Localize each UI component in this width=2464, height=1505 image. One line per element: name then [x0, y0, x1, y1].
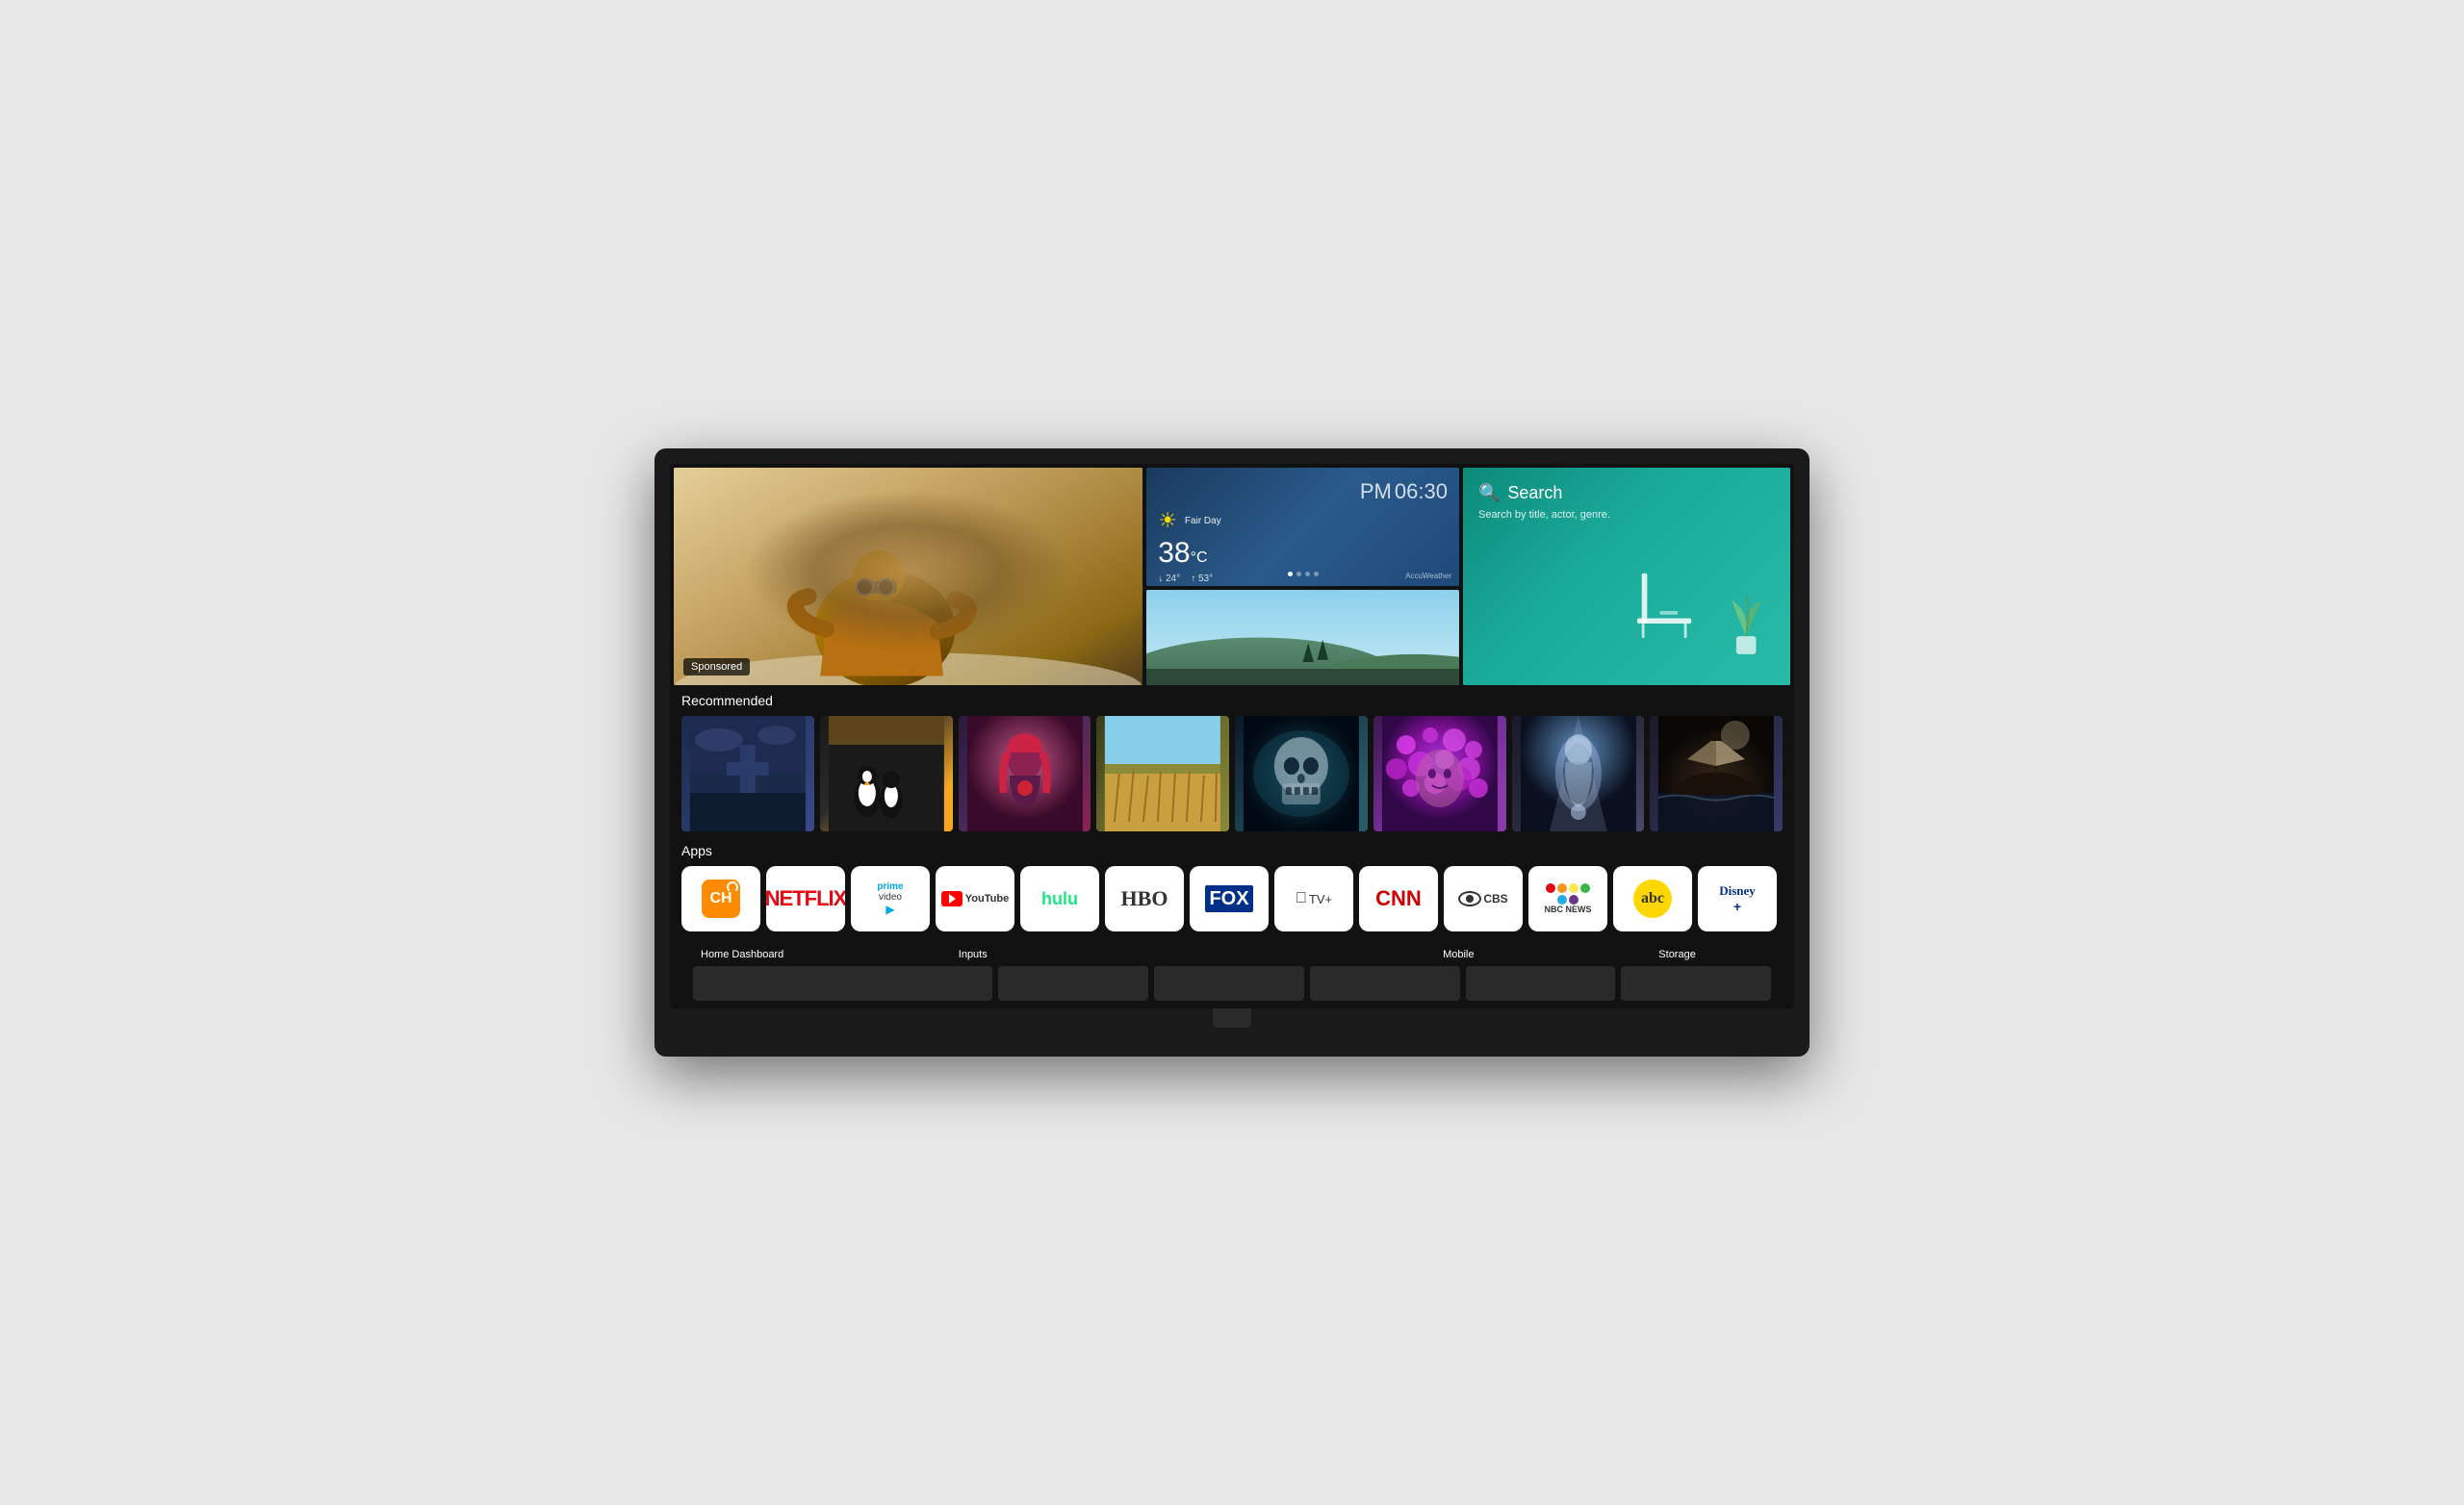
search-title-row: 🔍 Search: [1478, 483, 1775, 503]
weather-dot-3: [1305, 572, 1310, 576]
sponsored-badge: Sponsored: [683, 658, 750, 676]
nbcnews-logo: NBC NEWS: [1545, 883, 1592, 914]
weather-icon-row: ☀ Fair Day: [1158, 508, 1448, 533]
yt-triangle: [949, 894, 956, 904]
rec-thumb-6[interactable]: [1373, 716, 1506, 831]
yt-play-button: [941, 891, 962, 906]
bottom-nav-labels: Home Dashboard Inputs Mobile Storage: [693, 947, 1771, 962]
recommended-section: Recommended: [681, 693, 1783, 831]
netflix-logo: NETFLIX: [766, 886, 845, 911]
weather-dot-2: [1296, 572, 1301, 576]
apps-title: Apps: [681, 843, 1783, 858]
search-heading: Search: [1507, 483, 1562, 503]
nav-label-storage: Storage: [1583, 947, 1771, 962]
cbs-eye-icon: [1458, 891, 1481, 906]
fox-logo: FOX: [1205, 885, 1253, 912]
nav-tile-inputs[interactable]: [998, 966, 1148, 1001]
tv-stand: [1213, 1008, 1251, 1028]
bottom-nav-tiles: [693, 966, 1771, 1001]
hero-section: Sponsored PM 06:30 ☀ Fair Day 38°C: [670, 464, 1794, 685]
content-area: Recommended: [670, 685, 1794, 1008]
rec-thumb-1[interactable]: [681, 716, 814, 831]
app-tile-hulu[interactable]: hulu: [1020, 866, 1099, 931]
recommended-row[interactable]: [681, 716, 1783, 831]
furniture-decoration: [1610, 533, 1790, 685]
rec-thumb-5[interactable]: [1235, 716, 1368, 831]
nav-tile-storage[interactable]: [1621, 966, 1771, 1001]
rec-thumb-3[interactable]: [959, 716, 1091, 831]
nav-tile-home[interactable]: [693, 966, 992, 1001]
app-tile-youtube[interactable]: YouTube: [936, 866, 1014, 931]
app-tile-cbs[interactable]: CBS: [1444, 866, 1523, 931]
weather-time: PM 06:30: [1158, 479, 1448, 504]
yt-text: YouTube: [965, 893, 1009, 905]
weather-temperature: 38°C: [1158, 537, 1448, 570]
sponsored-image: [674, 468, 1142, 685]
app-tile-disney[interactable]: Disney +: [1698, 866, 1777, 931]
hulu-logo: hulu: [1041, 889, 1078, 909]
search-subtitle: Search by title, actor, genre.: [1478, 509, 1775, 521]
ch-wave: [727, 881, 738, 893]
weather-dot-1: [1288, 572, 1293, 576]
rec-thumb-4[interactable]: [1096, 716, 1229, 831]
nav-tile-4[interactable]: [1310, 966, 1460, 1001]
rec-thumb-7[interactable]: [1512, 716, 1645, 831]
rec-thumb-2[interactable]: [820, 716, 953, 831]
scenery-widget[interactable]: [1146, 590, 1459, 685]
abc-logo: abc: [1633, 880, 1672, 918]
nav-label-empty1: [1084, 947, 1209, 962]
weather-widget[interactable]: PM 06:30 ☀ Fair Day 38°C ↓ 24° ↑ 53°: [1146, 468, 1459, 586]
nav-label-mobile: Mobile: [1333, 947, 1583, 962]
cbs-pupil: [1466, 895, 1474, 903]
sun-icon: ☀: [1158, 508, 1177, 533]
bottom-navigation: Home Dashboard Inputs Mobile Storage: [681, 943, 1783, 1005]
apps-row: CH NETFLIX prime video ▶: [681, 866, 1783, 931]
app-tile-netflix[interactable]: NETFLIX: [766, 866, 845, 931]
hero-middle: PM 06:30 ☀ Fair Day 38°C ↓ 24° ↑ 53°: [1146, 468, 1459, 685]
app-tile-hbo[interactable]: HBO: [1105, 866, 1184, 931]
prime-logo: prime video ▶: [877, 881, 903, 916]
youtube-logo: YouTube: [941, 891, 1009, 906]
app-tile-ch[interactable]: CH: [681, 866, 760, 931]
nav-label-inputs: Inputs: [951, 947, 1084, 962]
app-tile-fox[interactable]: FOX: [1190, 866, 1269, 931]
accu-weather-label: AccuWeather: [1405, 572, 1451, 580]
apps-section: Apps CH NETFLIX: [681, 843, 1783, 931]
tv-frame: Sponsored PM 06:30 ☀ Fair Day 38°C: [654, 448, 1810, 1057]
disney-logo: Disney +: [1719, 883, 1756, 914]
app-tile-nbcnews[interactable]: NBC NEWS: [1528, 866, 1607, 931]
app-tile-cnn[interactable]: CNN: [1359, 866, 1438, 931]
cnn-logo: CNN: [1375, 886, 1422, 911]
search-icon: 🔍: [1478, 483, 1500, 503]
sponsored-banner[interactable]: Sponsored: [674, 468, 1142, 685]
nav-label-empty2: [1209, 947, 1334, 962]
nav-tile-3[interactable]: [1154, 966, 1304, 1001]
cbs-logo: CBS: [1458, 891, 1507, 906]
ch-icon: CH: [702, 880, 740, 918]
recommended-title: Recommended: [681, 693, 1783, 708]
rec-thumb-8[interactable]: [1650, 716, 1783, 831]
hbo-logo: HBO: [1121, 886, 1168, 911]
tv-screen: Sponsored PM 06:30 ☀ Fair Day 38°C: [670, 464, 1794, 1008]
weather-dots: [1288, 572, 1319, 576]
search-widget[interactable]: 🔍 Search Search by title, actor, genre.: [1463, 468, 1790, 685]
weather-dot-4: [1314, 572, 1319, 576]
nav-tile-mobile[interactable]: [1466, 966, 1616, 1001]
app-tile-primevideo[interactable]: prime video ▶: [851, 866, 930, 931]
search-section: 🔍 Search Search by title, actor, genre.: [1478, 483, 1775, 521]
appletv-logo:  TV+: [1296, 890, 1332, 907]
weather-condition: Fair Day: [1185, 516, 1221, 526]
nav-label-home-dashboard: Home Dashboard: [693, 947, 951, 962]
app-tile-abc[interactable]: abc: [1613, 866, 1692, 931]
app-tile-appletv[interactable]:  TV+: [1274, 866, 1353, 931]
